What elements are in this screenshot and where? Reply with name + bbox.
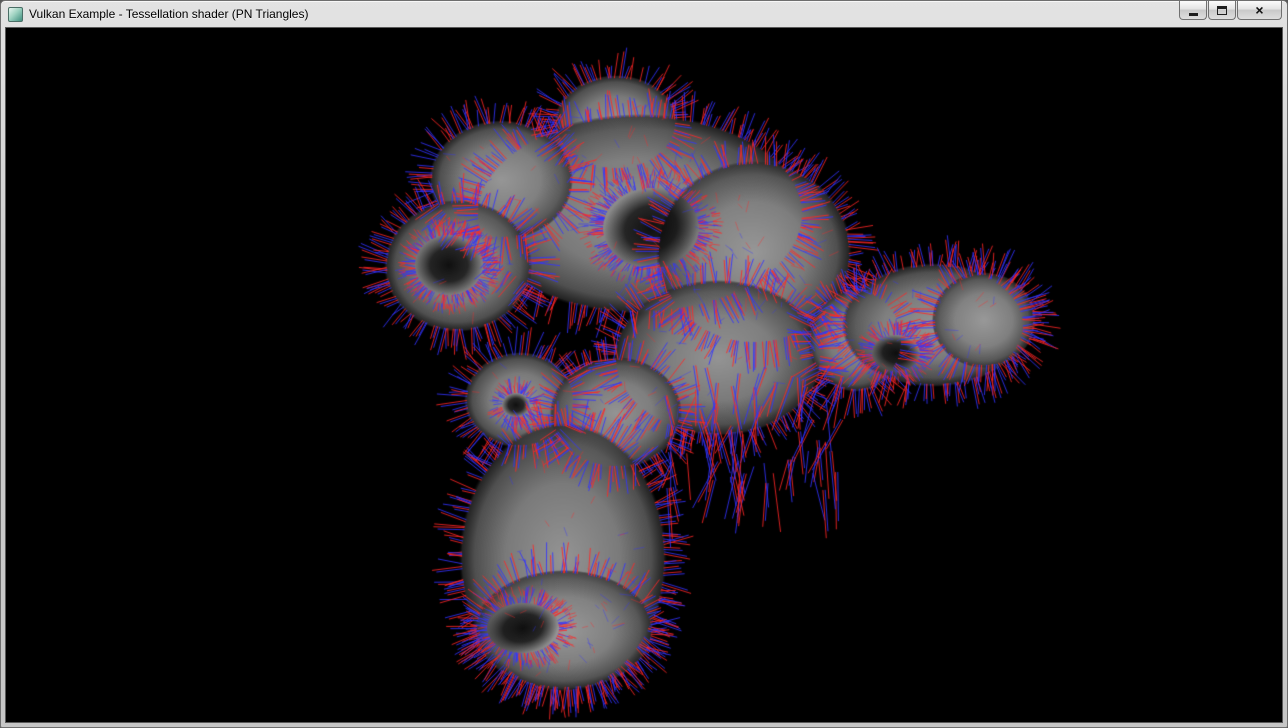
close-icon: × bbox=[1255, 3, 1263, 17]
3d-viewport[interactable] bbox=[6, 28, 1282, 722]
minimize-button[interactable] bbox=[1179, 1, 1207, 20]
app-icon[interactable] bbox=[8, 7, 23, 22]
minimize-icon bbox=[1189, 13, 1198, 16]
titlebar[interactable]: Vulkan Example - Tessellation shader (PN… bbox=[1, 1, 1287, 27]
window-controls: × bbox=[1179, 1, 1282, 20]
maximize-icon bbox=[1217, 6, 1227, 15]
client-area bbox=[5, 27, 1283, 723]
close-button[interactable]: × bbox=[1237, 1, 1282, 20]
maximize-button[interactable] bbox=[1208, 1, 1236, 20]
window-title: Vulkan Example - Tessellation shader (PN… bbox=[29, 7, 308, 21]
app-window: Vulkan Example - Tessellation shader (PN… bbox=[0, 0, 1288, 728]
